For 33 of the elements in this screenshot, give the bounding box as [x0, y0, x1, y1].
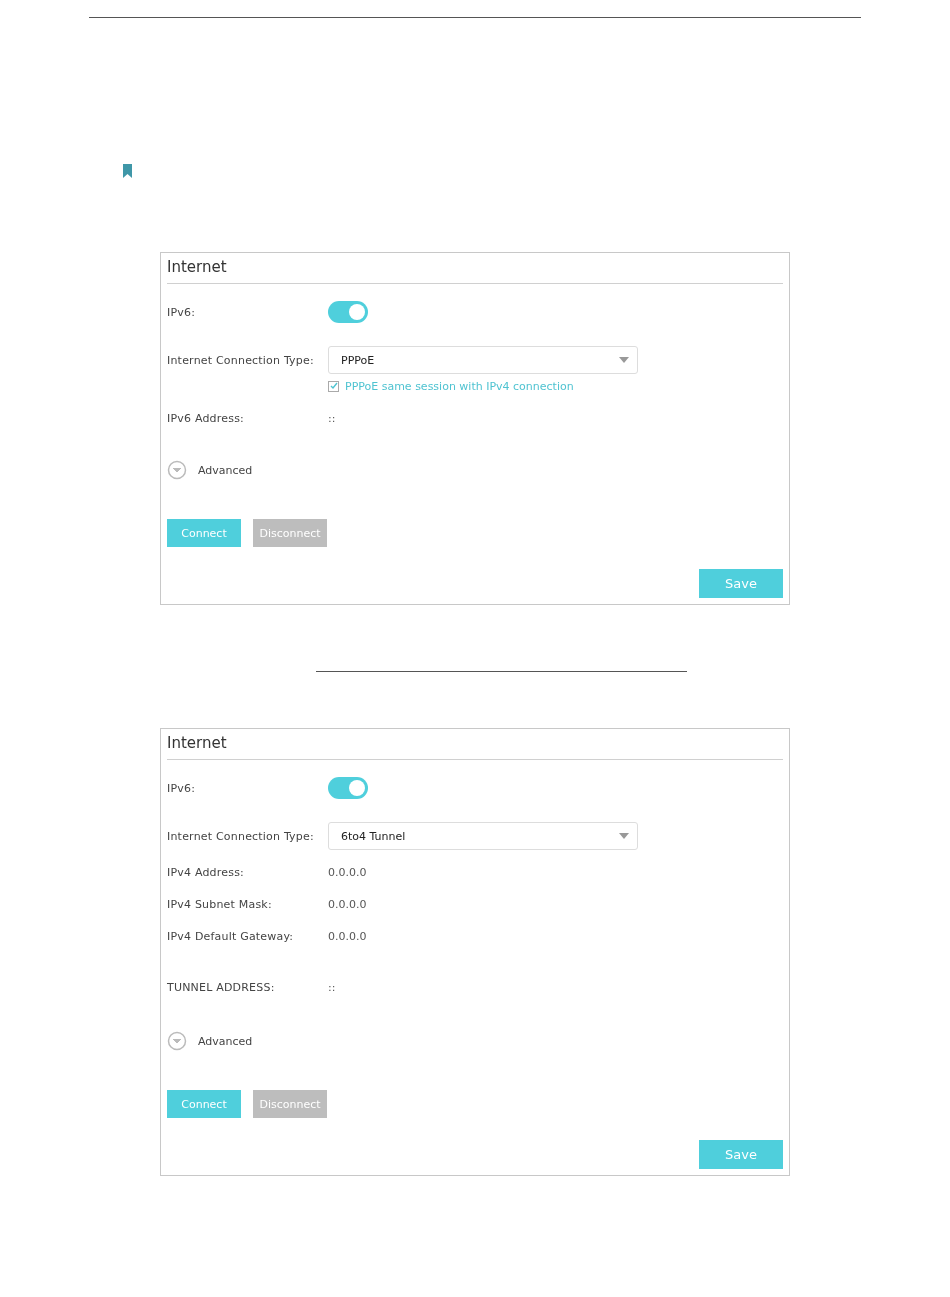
toggle-switch[interactable] [328, 301, 368, 323]
dropdown-select[interactable]: PPPoE [328, 346, 638, 374]
advanced-link[interactable]: Advanced [198, 1034, 253, 1048]
field-value: :: [328, 980, 336, 994]
caret-icon [619, 357, 629, 363]
checkbox[interactable] [328, 380, 339, 392]
chevron-circle-icon[interactable] [167, 460, 187, 480]
advanced-link[interactable]: Advanced [198, 463, 253, 477]
field-label: IPv4 Subnet Mask: [167, 897, 273, 911]
checkbox-label: PPPoE same session with IPv4 connection [345, 379, 574, 393]
field-value: :: [328, 411, 336, 425]
field-label: Internet Connection Type: [167, 353, 315, 367]
dropdown-select[interactable]: 6to4 Tunnel [328, 822, 638, 850]
field-label: IPv6: [167, 305, 197, 319]
field-label: IPv4 Default Gateway: [167, 929, 295, 943]
field-label: TUNNEL ADDRESS: [167, 980, 276, 994]
field-value: 0.0.0.0 [328, 897, 367, 911]
toggle-switch[interactable] [328, 777, 368, 799]
field-value: 0.0.0.0 [328, 865, 367, 879]
field-label: IPv6 Address: [167, 411, 245, 425]
save-button[interactable]: Save [699, 569, 783, 598]
connect-button[interactable]: Connect [167, 1090, 241, 1118]
chevron-circle-icon[interactable] [167, 1031, 187, 1051]
field-label: IPv4 Address: [167, 865, 245, 879]
field-label: IPv6: [167, 781, 197, 795]
bookmark-icon [123, 164, 132, 178]
caret-icon [619, 833, 629, 839]
panel-title: Internet [167, 258, 227, 276]
panel-title: Internet [167, 734, 227, 752]
field-value: 0.0.0.0 [328, 929, 367, 943]
field-label: Internet Connection Type: [167, 829, 315, 843]
connect-button[interactable]: Connect [167, 519, 241, 547]
save-button[interactable]: Save [699, 1140, 783, 1169]
